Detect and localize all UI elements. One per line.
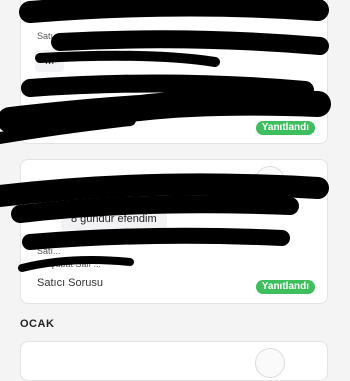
status-badge: Yanıtlandı: [255, 280, 315, 294]
month-heading: OCAK: [20, 318, 55, 330]
message-bubble: M: [35, 50, 65, 72]
avatar: [255, 348, 285, 378]
status-line: 08 Şubat Salı ...: [37, 259, 102, 269]
question-card[interactable]: 8 gündür efendim Satı... 08 Şubat Salı .…: [20, 159, 328, 304]
status-line: Satı...: [37, 246, 61, 256]
question-card[interactable]: [20, 341, 328, 381]
card-label: Satı: [37, 31, 54, 41]
question-type: Satıcı Sorusu: [37, 115, 104, 127]
question-card[interactable]: Satı M Satıcı Sorusu Yanıtlandı: [20, 0, 328, 144]
avatar: [255, 166, 285, 196]
status-badge: Yanıtlandı: [255, 121, 315, 135]
question-type: Satıcı Sorusu: [37, 277, 104, 289]
message-bubble: 8 gündür efendim: [61, 208, 167, 230]
